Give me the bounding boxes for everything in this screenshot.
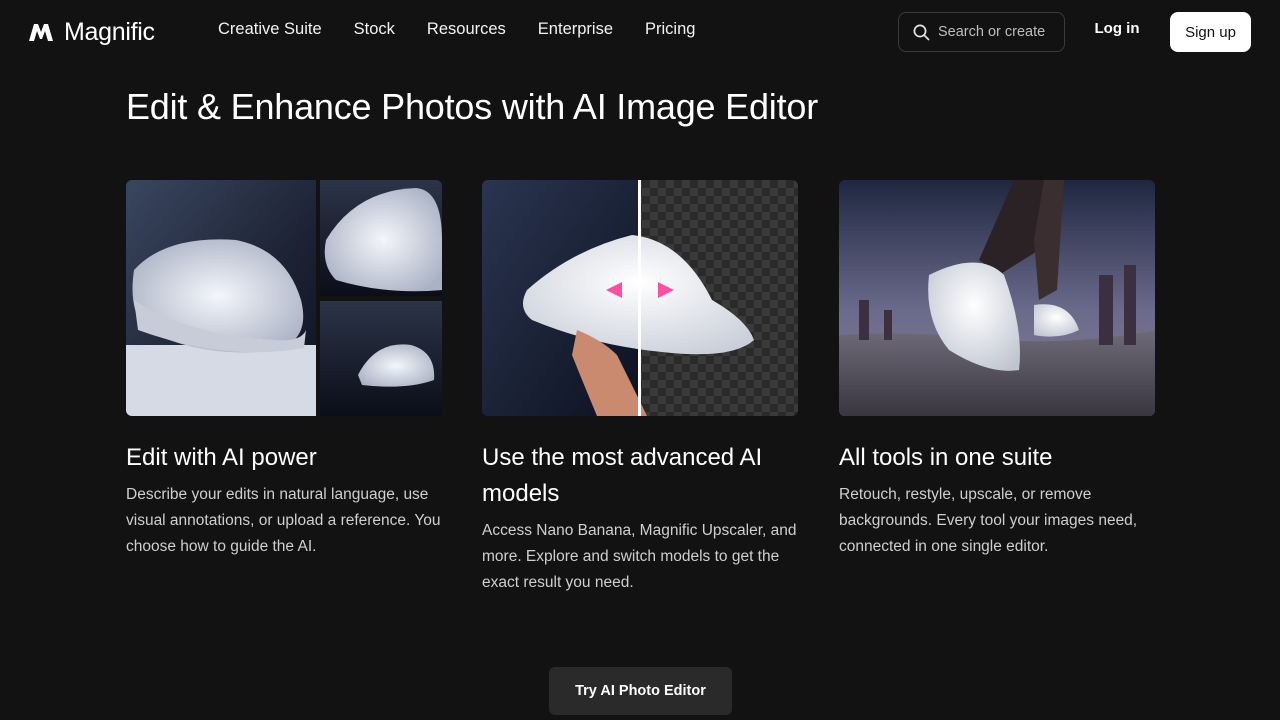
login-button[interactable]: Log in: [1086, 20, 1148, 37]
shoe-collage-image: [126, 180, 442, 416]
card-title: Edit with AI power: [126, 444, 317, 471]
try-photo-editor-button[interactable]: Try AI Photo Editor: [549, 667, 732, 715]
main-nav: Creative Suite Stock Resources Enterpris…: [218, 20, 695, 39]
feature-card-edit: Edit with AI power Describe your edits i…: [126, 180, 442, 560]
logo[interactable]: Magnific: [28, 18, 155, 46]
card-description: Access Nano Banana, Magnific Upscaler, a…: [482, 522, 797, 591]
feature-card-models: Use the most advanced AI models Access N…: [482, 180, 798, 596]
card-description: Describe your edits in natural language,…: [126, 486, 441, 555]
search-placeholder: Search or create: [938, 24, 1046, 40]
magnific-logo-icon: [29, 24, 53, 41]
shoe-comparison-image: [482, 180, 798, 416]
nav-stock[interactable]: Stock: [354, 20, 395, 39]
feature-card-suite: All tools in one suite Retouch, restyle,…: [839, 180, 1155, 560]
card-title: All tools in one suite: [839, 444, 1053, 471]
logo-text: Magnific: [64, 17, 155, 46]
card-image-before-after: [482, 180, 798, 416]
signup-button[interactable]: Sign up: [1170, 12, 1251, 52]
card-title: Use the most advanced AI models: [482, 444, 763, 507]
nav-creative-suite[interactable]: Creative Suite: [218, 20, 322, 39]
page-title: Edit & Enhance Photos with AI Image Edit…: [126, 86, 819, 127]
nav-enterprise[interactable]: Enterprise: [538, 20, 613, 39]
card-description: Retouch, restyle, upscale, or remove bac…: [839, 486, 1138, 555]
nav-resources[interactable]: Resources: [427, 20, 506, 39]
nav-pricing[interactable]: Pricing: [645, 20, 695, 39]
search-input[interactable]: Search or create: [898, 12, 1065, 52]
card-image-edit-collage: [126, 180, 442, 416]
site-header: Magnific Creative Suite Stock Resources …: [0, 0, 1280, 64]
runner-scene-image: [839, 180, 1155, 416]
card-image-runner: [839, 180, 1155, 416]
search-icon: [913, 24, 930, 40]
